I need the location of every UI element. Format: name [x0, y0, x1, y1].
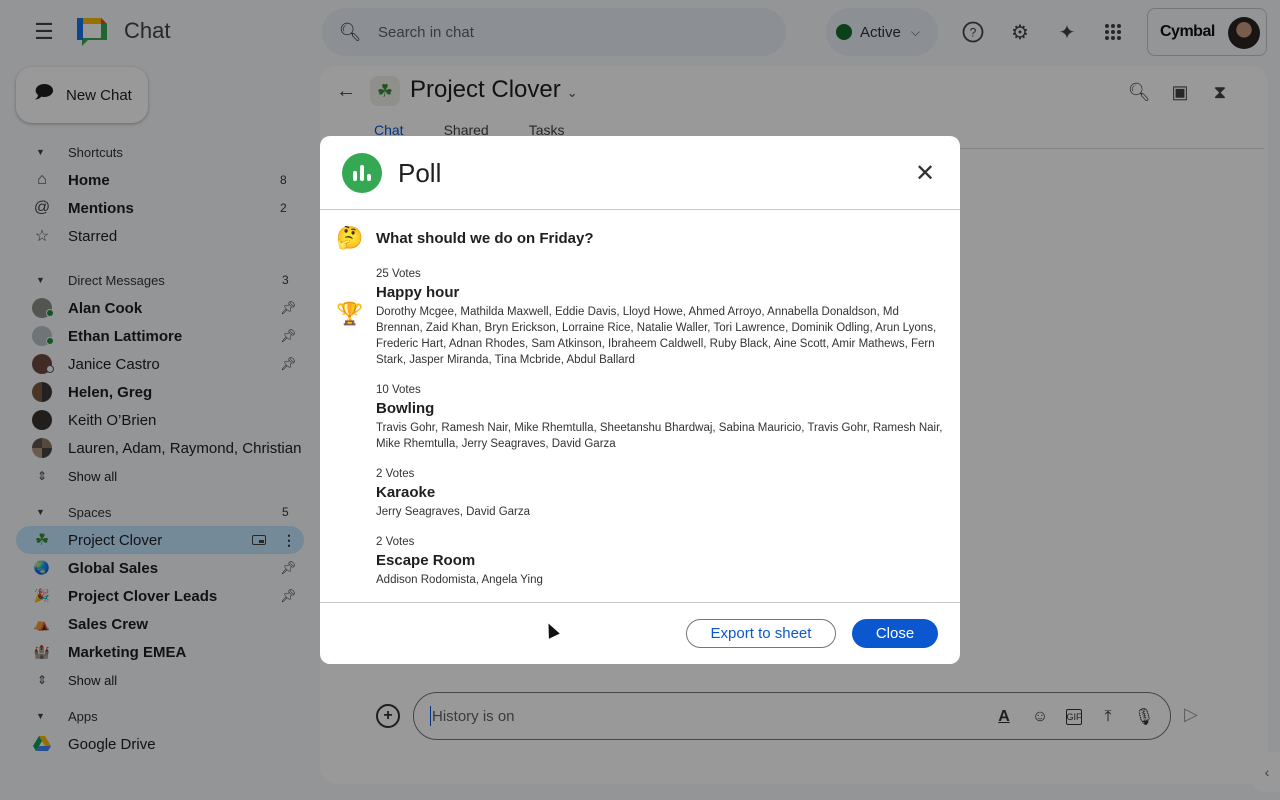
- export-to-sheet-button[interactable]: Export to sheet: [686, 619, 836, 648]
- poll-option: 10 Votes Bowling Travis Gohr, Ramesh Nai…: [376, 382, 946, 452]
- voter-list: Addison Rodomista, Angela Ying: [376, 574, 543, 586]
- trophy-icon: 🏆: [336, 301, 364, 326]
- poll-option: 2 Votes Escape Room Addison Rodomista, A…: [376, 534, 946, 588]
- dialog-footer: Export to sheet Close: [320, 602, 960, 664]
- voter-list: Dorothy Mcgee, Mathilda Maxwell, Eddie D…: [376, 306, 937, 366]
- option-name: Bowling: [376, 400, 435, 417]
- vote-count: 2 Votes: [376, 536, 415, 548]
- option-name: Escape Room: [376, 552, 476, 569]
- option-name: Happy hour: [376, 284, 460, 301]
- poll-dialog: Poll ✕ 🤔 What should we do on Friday? 🏆 …: [320, 136, 960, 664]
- thinking-face-icon: 🤔: [336, 225, 364, 250]
- dialog-header: Poll ✕: [320, 136, 960, 210]
- poll-icon: [342, 153, 382, 193]
- poll-option: 2 Votes Karaoke Jerry Seagraves, David G…: [376, 466, 946, 520]
- poll-question: What should we do on Friday?: [376, 230, 594, 247]
- close-icon[interactable]: ✕: [912, 160, 938, 187]
- dialog-title: Poll: [398, 158, 442, 188]
- close-button[interactable]: Close: [852, 619, 938, 648]
- poll-option: 25 Votes Happy hour Dorothy Mcgee, Mathi…: [376, 266, 946, 368]
- option-name: Karaoke: [376, 484, 436, 501]
- vote-count: 2 Votes: [376, 468, 415, 480]
- vote-count: 25 Votes: [376, 268, 421, 280]
- vote-count: 10 Votes: [376, 384, 421, 396]
- voter-list: Travis Gohr, Ramesh Nair, Mike Rhemtulla…: [376, 422, 943, 450]
- voter-list: Jerry Seagraves, David Garza: [376, 506, 531, 518]
